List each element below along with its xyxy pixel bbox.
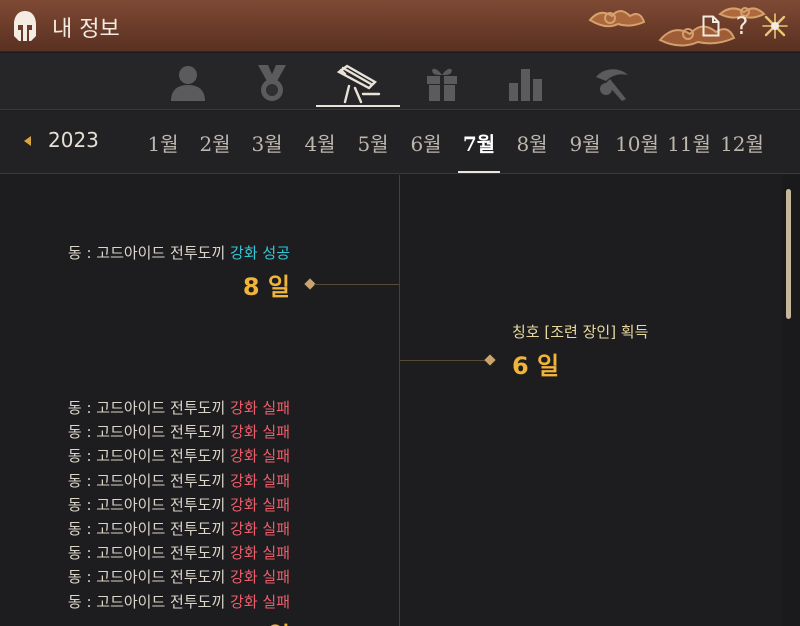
log-item-text: 동 : 고드아이드 전투도끼 (67, 399, 231, 417)
log-status-fail: 강화 실패 (230, 471, 290, 490)
log-status-success: 강화 성공 (230, 244, 290, 262)
month-11[interactable]: 11월 (666, 128, 712, 157)
timeline-entry-day5: 동 : 고드아이드 전투도끼 강화 실패 동 : 고드아이드 전투도끼 강화 실패… (0, 396, 290, 626)
timeline-connector (400, 360, 486, 361)
log-line: 동 : 고드아이드 전투도끼 강화 실패 (0, 444, 290, 468)
timeline-connector (314, 284, 399, 285)
log-line: 동 : 고드아이드 전투도끼 강화 실패 (0, 517, 290, 541)
tab-stats[interactable] (496, 61, 556, 105)
timeline-entry-day8: 동 : 고드아이드 전투도끼 강화 성공 8 일 (0, 241, 290, 302)
log-item-text: 동 : 고드아이드 전투도끼 (67, 471, 231, 490)
close-ornament-icon (762, 13, 788, 39)
month-7[interactable]: 7월 (456, 128, 502, 157)
log-line: 동 : 고드아이드 전투도끼 강화 실패 (0, 396, 290, 420)
timeline-axis (399, 175, 400, 626)
document-icon (702, 15, 720, 37)
timeline-node (484, 354, 496, 366)
medal-icon (258, 65, 286, 101)
log-line: 동 : 고드아이드 전투도끼 강화 성공 (0, 241, 290, 265)
helmet-icon (14, 11, 36, 41)
year-label: 2023 (48, 128, 99, 152)
title-bar: 내 정보 ? (0, 0, 800, 52)
month-8[interactable]: 8월 (509, 128, 555, 157)
scrollbar[interactable] (782, 175, 800, 626)
month-4[interactable]: 4월 (297, 128, 343, 157)
month-9[interactable]: 9월 (562, 128, 608, 157)
log-item-text: 동 : 고드아이드 전투도끼 (67, 244, 231, 262)
document-button[interactable] (700, 12, 722, 40)
log-status-fail: 강화 실패 (230, 568, 290, 587)
log-item-text: 동 : 고드아이드 전투도끼 (67, 520, 231, 539)
gift-icon (427, 68, 457, 101)
day-label: 6 일 (512, 352, 560, 380)
month-6[interactable]: 6월 (403, 128, 449, 157)
log-status-fail: 강화 실패 (230, 399, 290, 417)
tab-profile[interactable] (158, 61, 218, 105)
log-status-fail: 강화 실패 (230, 423, 290, 442)
log-status-fail: 강화 실패 (230, 495, 290, 514)
profile-icon (171, 66, 205, 101)
log-status-fail: 강화 실패 (230, 544, 290, 563)
month-2[interactable]: 2월 (192, 128, 238, 157)
month-1[interactable]: 1월 (140, 128, 186, 157)
close-button[interactable] (760, 12, 790, 40)
scrollbar-thumb[interactable] (786, 189, 791, 319)
selected-month-underline (458, 171, 500, 173)
log-item-text: 동 : 고드아이드 전투도끼 (67, 423, 231, 442)
day-label: 8 일 (242, 273, 290, 302)
log-item-text: 동 : 고드아이드 전투도끼 (67, 592, 231, 611)
log-line: 동 : 고드아이드 전투도끼 강화 실패 (0, 420, 290, 444)
scroll-telescope-icon (336, 64, 381, 104)
help-icon: ? (735, 12, 749, 40)
log-item-text: 동 : 고드아이드 전투도끼 (67, 495, 231, 514)
timeline-panel[interactable]: 동 : 고드아이드 전투도끼 강화 성공 8 일 칭호 [조련 장인] 획득 6… (0, 175, 800, 626)
bar-chart-icon (509, 69, 542, 101)
tab-medal[interactable] (242, 61, 302, 105)
month-selector: 2023 1월 2월 3월 4월 5월 6월 7월 8월 9월 10월 11월 … (0, 111, 800, 174)
help-button[interactable]: ? (732, 12, 752, 40)
previous-year-arrow-icon[interactable] (24, 136, 31, 146)
day-label: 5 일 (0, 616, 290, 626)
window-title: 내 정보 (52, 17, 120, 42)
title-acquired-text: 칭호 [조련 장인] 획득 (512, 323, 649, 341)
category-tab-bar (0, 53, 800, 110)
tab-records[interactable] (316, 61, 400, 107)
log-item-text: 동 : 고드아이드 전투도끼 (67, 568, 231, 587)
tab-gift[interactable] (412, 61, 472, 105)
month-12[interactable]: 12월 (719, 128, 765, 157)
log-status-fail: 강화 실패 (230, 447, 290, 466)
log-line: 동 : 고드아이드 전투도끼 강화 실패 (0, 541, 290, 565)
timeline-entry-day6: 칭호 [조련 장인] 획득 6 일 (512, 321, 648, 381)
log-status-fail: 강화 실패 (230, 520, 290, 539)
log-item-text: 동 : 고드아이드 전투도끼 (67, 447, 231, 466)
log-line: 동 : 고드아이드 전투도끼 강화 실패 (0, 493, 290, 517)
month-10[interactable]: 10월 (614, 128, 660, 157)
month-3[interactable]: 3월 (244, 128, 290, 157)
tab-gathering[interactable] (582, 61, 642, 105)
log-line: 동 : 고드아이드 전투도끼 강화 실패 (0, 469, 290, 493)
log-item-text: 동 : 고드아이드 전투도끼 (67, 544, 231, 563)
log-status-fail: 강화 실패 (230, 592, 290, 611)
pickaxe-icon (596, 69, 628, 101)
log-line: 동 : 고드아이드 전투도끼 강화 실패 (0, 565, 290, 589)
log-line: 동 : 고드아이드 전투도끼 강화 실패 (0, 590, 290, 614)
month-5[interactable]: 5월 (350, 128, 396, 157)
